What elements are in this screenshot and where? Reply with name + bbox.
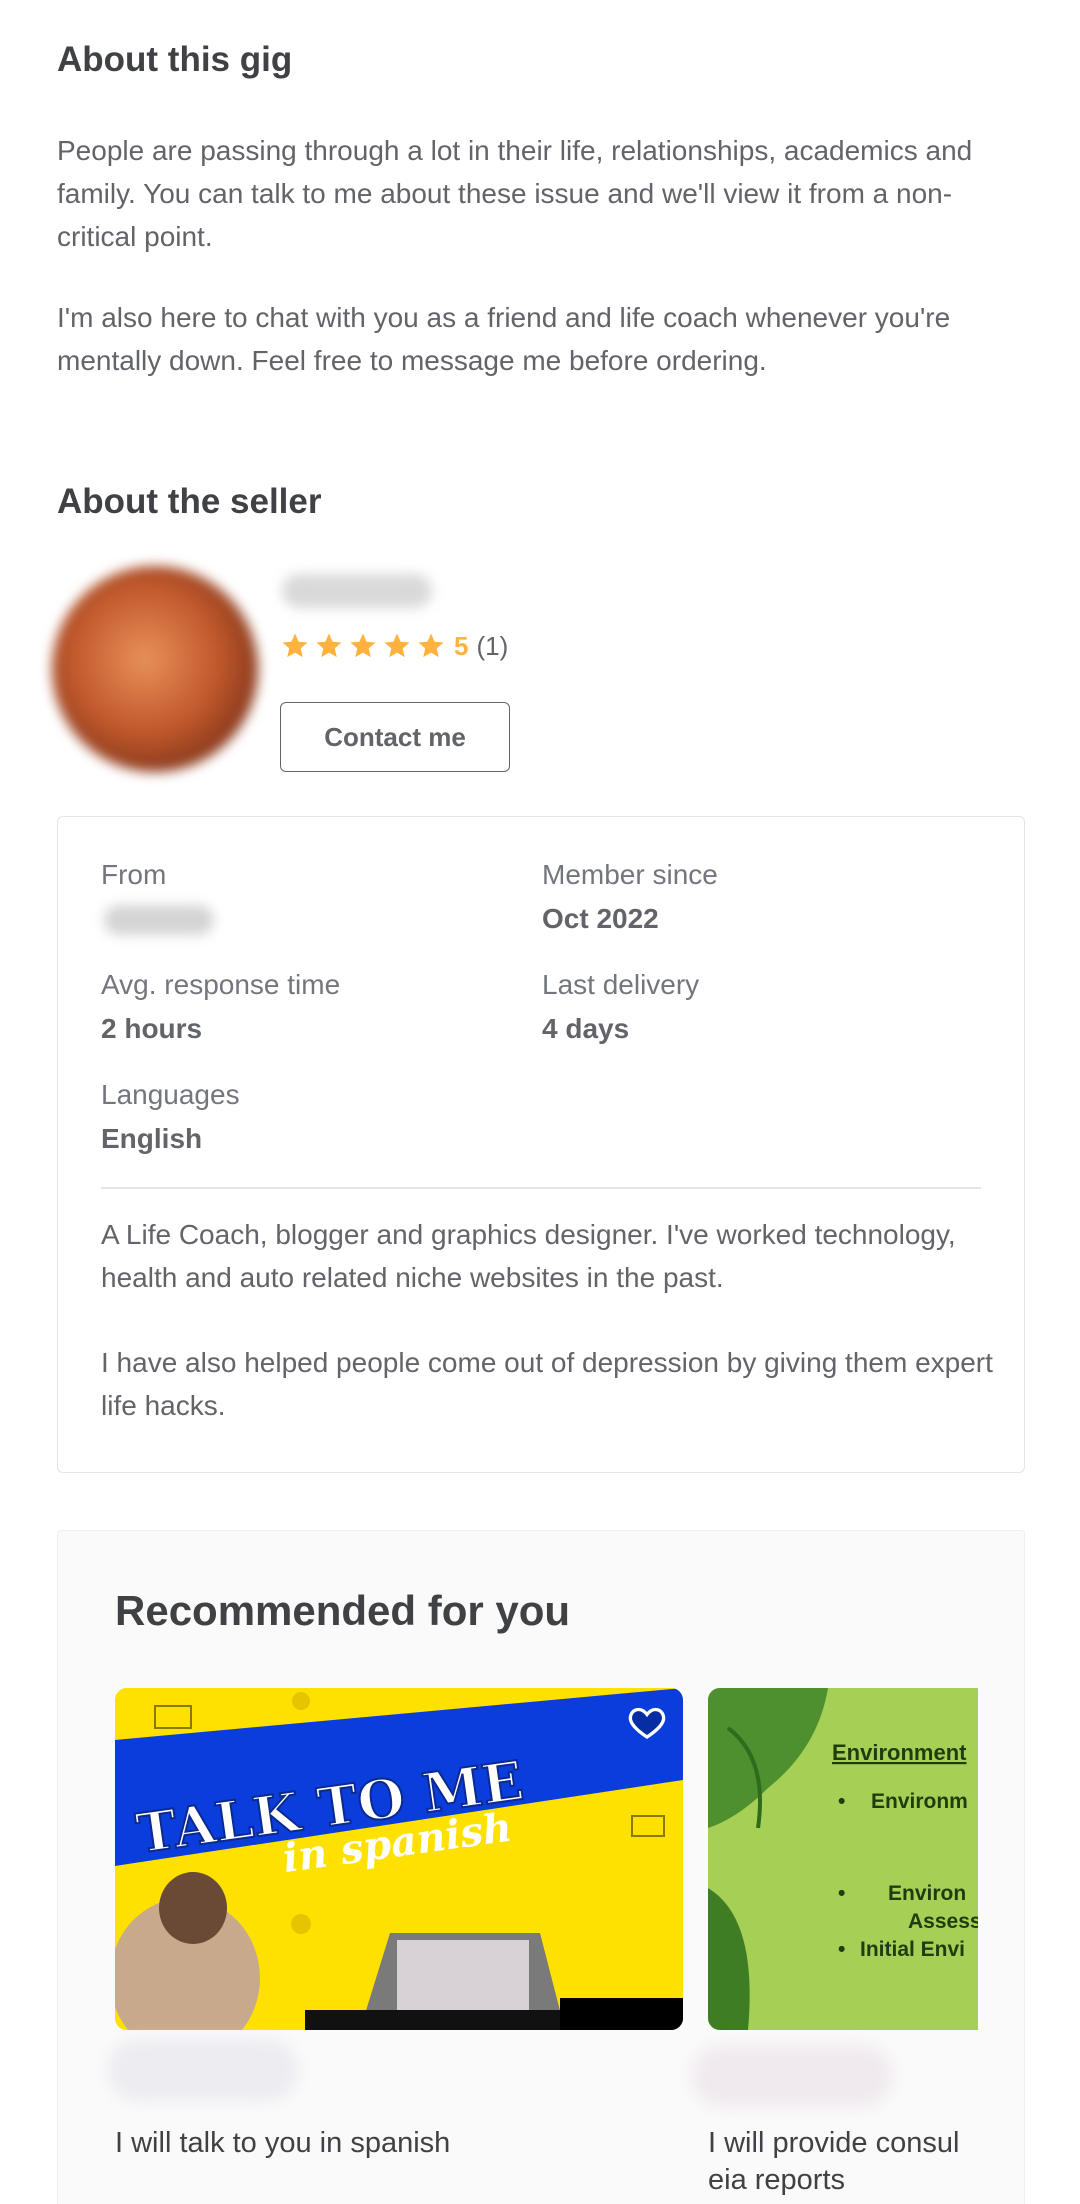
card-1-seller-blurred[interactable] bbox=[108, 2039, 298, 2101]
gig-card-1-image[interactable]: TALK TO ME in spanish bbox=[115, 1688, 683, 2030]
thumb2-bullet-2: Environ bbox=[888, 1882, 966, 1905]
member-since-label: Member since bbox=[542, 859, 718, 890]
star-icon bbox=[418, 633, 444, 658]
thumb2-bullet-3: Initial Envi bbox=[860, 1938, 965, 1961]
about-seller-title: About the seller bbox=[57, 482, 322, 521]
seller-description-1: A Life Coach, blogger and graphics desig… bbox=[101, 1219, 956, 1293]
member-since-value: Oct 2022 bbox=[542, 903, 659, 934]
gig-card-2-image[interactable]: Environment • Environm • Environ Assess … bbox=[708, 1688, 978, 2030]
response-time-value: 2 hours bbox=[101, 1013, 203, 1044]
about-gig-title: About this gig bbox=[57, 40, 293, 79]
gig-card-2-title-line-1[interactable]: I will provide consul bbox=[708, 2125, 978, 2162]
star-icon bbox=[282, 633, 308, 658]
heart-icon[interactable] bbox=[627, 1702, 667, 1742]
rating-value: 5 bbox=[454, 630, 469, 661]
svg-text:•: • bbox=[838, 1938, 845, 1961]
seller-name-blurred[interactable] bbox=[282, 574, 432, 608]
star-icon bbox=[350, 633, 376, 658]
languages-label: Languages bbox=[101, 1079, 240, 1110]
from-value-blurred bbox=[104, 905, 214, 935]
languages-value: English bbox=[101, 1123, 203, 1154]
talk-to-me-thumbnail: TALK TO ME in spanish bbox=[115, 1688, 683, 2030]
svg-text:•: • bbox=[838, 1790, 845, 1813]
recommended-section: Recommended for you TALK TO ME in spanis… bbox=[57, 1530, 1025, 2204]
response-time-label: Avg. response time bbox=[101, 969, 341, 1000]
gig-description-paragraph-2: I'm also here to chat with you as a frie… bbox=[57, 302, 951, 376]
last-delivery-value: 4 days bbox=[542, 1013, 630, 1044]
environment-thumbnail: Environment • Environm • Environ Assess … bbox=[708, 1688, 978, 2030]
from-label: From bbox=[101, 859, 167, 890]
gig-description-paragraph-1: People are passing through a lot in thei… bbox=[57, 135, 973, 252]
gig-card-2-title-line-2[interactable]: eia reports bbox=[708, 2162, 978, 2199]
star-icon bbox=[316, 633, 342, 658]
contact-me-button[interactable]: Contact me bbox=[280, 702, 510, 772]
stats-divider bbox=[101, 1187, 981, 1189]
recommended-title: Recommended for you bbox=[115, 1587, 571, 1634]
thumb2-bullet-2b: Assess bbox=[908, 1910, 978, 1933]
seller-description-2: I have also helped people come out of de… bbox=[101, 1347, 993, 1421]
thumb2-heading: Environment bbox=[832, 1740, 967, 1765]
star-icon bbox=[384, 633, 410, 658]
gig-card-1-title[interactable]: I will talk to you in spanish bbox=[115, 2125, 450, 2162]
rating-count[interactable]: (1) bbox=[476, 631, 508, 662]
last-delivery-label: Last delivery bbox=[542, 969, 700, 1000]
seller-avatar[interactable] bbox=[52, 566, 258, 772]
card-2-seller-blurred[interactable] bbox=[692, 2045, 892, 2107]
svg-text:•: • bbox=[838, 1882, 845, 1905]
seller-stats-box: From Member since Oct 2022 Avg. response… bbox=[57, 816, 1025, 1473]
thumb2-bullet-1: Environm bbox=[871, 1790, 968, 1813]
seller-rating: 5 (1) bbox=[280, 628, 508, 664]
